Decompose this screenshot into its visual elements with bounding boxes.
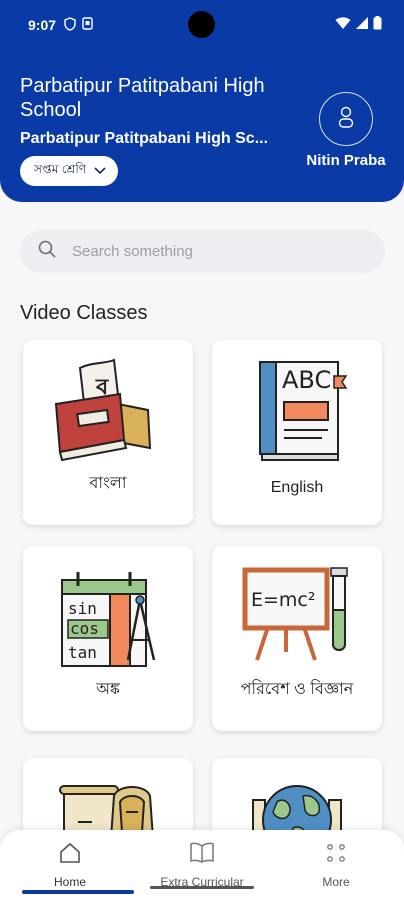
book-open-icon: [142, 842, 262, 867]
nav-extra-curricular[interactable]: Extra Curricular: [142, 842, 262, 889]
subject-card-science[interactable]: E=mc² পরিবেশ ও বিজ্ঞান: [212, 546, 382, 731]
bottom-navigation: Home Extra Curricular More: [0, 830, 404, 900]
camera-cutout: [188, 11, 215, 38]
grid-dots-icon: [276, 842, 396, 867]
svg-text:sin: sin: [68, 599, 97, 618]
gesture-bar: [150, 886, 254, 889]
svg-text:ABC: ABC: [282, 366, 331, 394]
nav-home-label: Home: [53, 875, 86, 889]
school-title: Parbatipur Patitpabani High School: [20, 75, 265, 121]
search-icon: [38, 240, 56, 263]
svg-text:tan: tan: [68, 643, 97, 662]
section-title: Video Classes: [20, 302, 148, 324]
nav-more[interactable]: More: [276, 842, 396, 889]
nav-more-label: More: [322, 875, 350, 889]
notification-status-icon: [82, 17, 93, 33]
class-selector-label: সপ্তম শ্রেণি: [34, 162, 87, 176]
subject-label: অঙ্ক: [96, 681, 120, 698]
svg-text:cos: cos: [70, 619, 99, 638]
user-icon: [337, 105, 355, 134]
subject-label: পরিবেশ ও বিজ্ঞান: [240, 681, 354, 698]
math-trig-icon: sin cos tan: [23, 560, 193, 670]
subject-label: English: [270, 479, 324, 496]
header: 9:07 Parbatipur Patitpabani High School …: [0, 0, 404, 202]
svg-text:E=mc²: E=mc²: [251, 589, 316, 611]
bengali-book-icon: ব: [23, 354, 193, 464]
subject-card-math[interactable]: sin cos tan অঙ্ক: [23, 546, 193, 731]
shield-status-icon: [64, 16, 76, 34]
wifi-icon: [335, 16, 351, 33]
avatar[interactable]: [319, 92, 373, 146]
nav-home[interactable]: Home: [10, 842, 130, 889]
active-tab-indicator: [22, 890, 134, 894]
status-right: [335, 16, 382, 33]
status-time: 9:07: [28, 17, 57, 33]
class-selector[interactable]: সপ্তম শ্রেণি: [20, 156, 119, 186]
science-board-icon: E=mc²: [212, 560, 382, 670]
search-input[interactable]: [72, 243, 352, 260]
chevron-down-icon: [94, 164, 106, 178]
battery-icon: [373, 16, 382, 33]
subject-label: বাংলা: [89, 475, 127, 492]
abc-book-icon: ABC: [212, 354, 382, 464]
user-name: Nitin Praba: [306, 152, 386, 169]
search-bar[interactable]: [20, 230, 385, 273]
subject-card-english[interactable]: ABC English: [212, 340, 382, 525]
home-icon: [10, 842, 130, 867]
signal-icon: [355, 16, 369, 33]
app-screen: 9:07 Parbatipur Patitpabani High School …: [0, 0, 404, 900]
school-subtitle: Parbatipur Patitpabani High Sc...: [20, 130, 269, 147]
subject-card-bengali[interactable]: ব বাংলা: [23, 340, 193, 525]
